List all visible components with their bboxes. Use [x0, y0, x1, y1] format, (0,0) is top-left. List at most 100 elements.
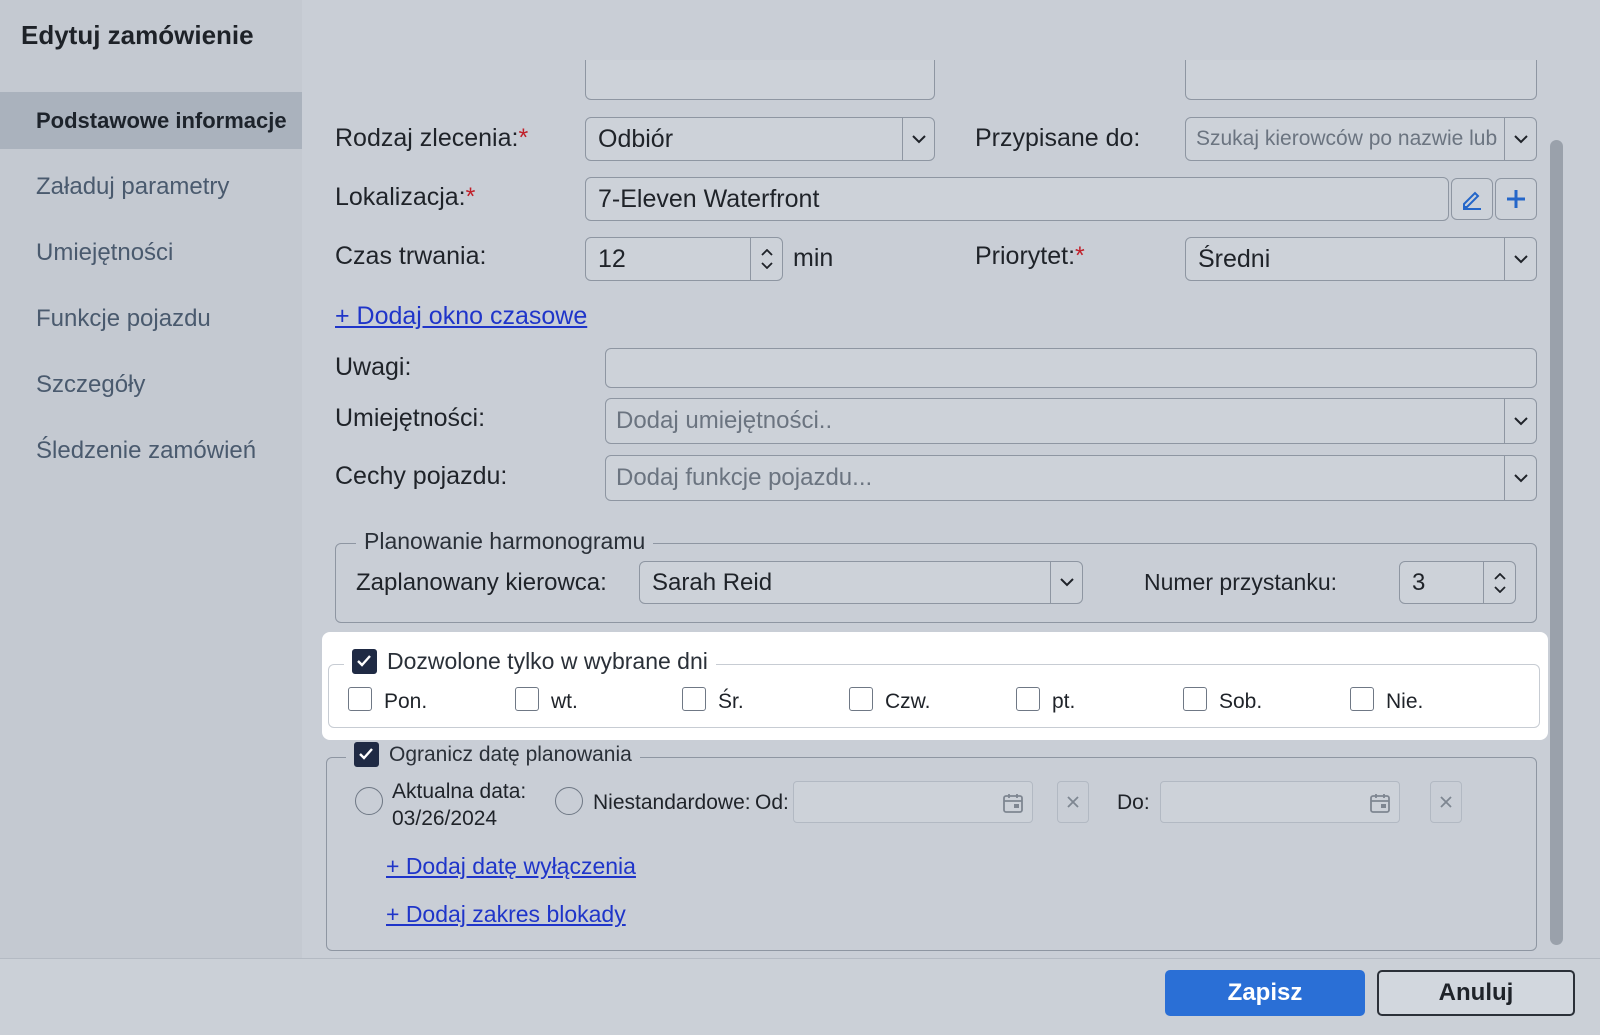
custom-date-label: Niestandardowe:	[593, 791, 751, 814]
sidebar-nav: Podstawowe informacje Załaduj parametry …	[0, 92, 302, 488]
allowed-days-legend: Dozwolone tylko w wybrane dni	[344, 648, 716, 675]
duration-unit: min	[793, 244, 834, 272]
spin-buttons[interactable]	[1483, 562, 1515, 603]
chevron-down-icon[interactable]	[1050, 562, 1082, 603]
day-checkbox-sun[interactable]	[1350, 687, 1374, 711]
clear-to-date-button[interactable]	[1430, 781, 1462, 823]
allowed-days-checkbox[interactable]	[352, 649, 377, 674]
chevron-up-icon[interactable]	[760, 249, 773, 256]
location-label: Lokalizacja:*	[335, 183, 476, 211]
to-date-input[interactable]	[1160, 781, 1400, 823]
scheduled-driver-value: Sarah Reid	[652, 568, 773, 596]
sidebar-item-details[interactable]: Szczegóły	[0, 356, 302, 413]
close-icon	[1067, 796, 1079, 808]
check-icon	[359, 748, 373, 760]
day-label-sun: Nie.	[1386, 690, 1424, 713]
day-label-sat: Sob.	[1219, 690, 1263, 713]
calendar-icon[interactable]	[1002, 792, 1024, 814]
stop-number-label: Numer przystanku:	[1144, 569, 1338, 595]
assigned-to-placeholder: Szukaj kierowców po nazwie lub	[1196, 127, 1498, 150]
day-checkbox-wed[interactable]	[682, 687, 706, 711]
day-checkbox-tue[interactable]	[515, 687, 539, 711]
date-limit-checkbox[interactable]	[354, 742, 379, 767]
day-checkbox-thu[interactable]	[849, 687, 873, 711]
sidebar-item-basic-info[interactable]: Podstawowe informacje	[0, 92, 302, 149]
spin-buttons[interactable]	[750, 238, 782, 280]
pencil-icon	[1463, 191, 1481, 210]
day-label-mon: Pon.	[384, 690, 428, 713]
assigned-to-label: Przypisane do:	[975, 124, 1141, 152]
dialog-title: Edytuj zamówienie	[21, 20, 254, 50]
sidebar-item-skills[interactable]: Umiejętności	[0, 224, 302, 281]
duration-stepper[interactable]: 12	[585, 237, 783, 281]
chevron-down-icon[interactable]	[1504, 238, 1536, 280]
clear-from-date-button[interactable]	[1057, 781, 1089, 823]
scrollbar-thumb[interactable]	[1550, 140, 1563, 945]
schedule-legend: Planowanie harmonogramu	[356, 528, 654, 555]
scheduled-driver-select[interactable]: Sarah Reid	[639, 561, 1083, 604]
skills-label: Umiejętności:	[335, 404, 486, 432]
assigned-to-select[interactable]: Szukaj kierowców po nazwie lub	[1185, 117, 1537, 161]
check-icon	[357, 655, 371, 667]
day-label-fri: pt.	[1052, 690, 1076, 713]
skills-select[interactable]: Dodaj umiejętności..	[605, 398, 1537, 444]
from-date-input[interactable]	[793, 781, 1033, 823]
location-value: 7-Eleven Waterfront	[598, 184, 820, 213]
priority-value: Średni	[1198, 244, 1271, 273]
duration-label: Czas trwania:	[335, 242, 487, 270]
priority-label: Priorytet:*	[975, 242, 1085, 270]
vehicle-features-label: Cechy pojazdu:	[335, 462, 508, 490]
notes-label: Uwagi:	[335, 353, 412, 381]
chevron-down-icon[interactable]	[902, 118, 934, 160]
duration-value: 12	[598, 244, 626, 273]
stop-number-stepper[interactable]: 3	[1399, 561, 1516, 604]
day-checkbox-sat[interactable]	[1183, 687, 1207, 711]
add-location-button[interactable]	[1495, 178, 1537, 220]
custom-date-radio[interactable]	[555, 787, 583, 815]
scrolled-field-right	[1185, 60, 1537, 100]
skills-placeholder: Dodaj umiejętności..	[616, 407, 833, 434]
chevron-down-icon[interactable]	[1504, 456, 1536, 500]
chevron-down-icon[interactable]	[760, 262, 773, 269]
order-type-select[interactable]: Odbiór	[585, 117, 935, 161]
cancel-button[interactable]: Anuluj	[1377, 970, 1575, 1016]
to-label: Do:	[1117, 791, 1150, 814]
chevron-down-icon[interactable]	[1504, 399, 1536, 443]
priority-select[interactable]: Średni	[1185, 237, 1537, 281]
close-icon	[1440, 796, 1452, 808]
allowed-days-panel: Dozwolone tylko w wybrane dni Pon. wt. Ś…	[322, 632, 1548, 740]
notes-field[interactable]	[605, 348, 1537, 388]
order-type-value: Odbiór	[598, 124, 674, 153]
scrolled-field-left	[585, 60, 935, 100]
order-type-label: Rodzaj zlecenia:*	[335, 124, 529, 152]
day-checkbox-fri[interactable]	[1016, 687, 1040, 711]
current-date-label: Aktualna data:	[392, 780, 527, 803]
vehicle-features-select[interactable]: Dodaj funkcje pojazdu...	[605, 455, 1537, 501]
sidebar-item-vehicle-features[interactable]: Funkcje pojazdu	[0, 290, 302, 347]
date-limit-legend: Ogranicz datę planowania	[346, 742, 640, 767]
from-label: Od:	[755, 791, 789, 814]
sidebar: Edytuj zamówienie Podstawowe informacje …	[0, 0, 302, 958]
scheduled-driver-label: Zaplanowany kierowca:	[356, 569, 607, 596]
vehicle-features-placeholder: Dodaj funkcje pojazdu...	[616, 464, 873, 491]
save-button[interactable]: Zapisz	[1165, 970, 1365, 1016]
add-time-window-link[interactable]: + Dodaj okno czasowe	[335, 302, 587, 331]
sidebar-item-load-params[interactable]: Załaduj parametry	[0, 158, 302, 215]
day-label-wed: Śr.	[718, 690, 744, 713]
stop-number-value: 3	[1412, 568, 1426, 596]
calendar-icon[interactable]	[1369, 792, 1391, 814]
chevron-down-icon[interactable]	[1504, 118, 1536, 160]
day-checkbox-mon[interactable]	[348, 687, 372, 711]
current-date-radio[interactable]	[355, 787, 383, 815]
sidebar-item-order-tracking[interactable]: Śledzenie zamówień	[0, 422, 302, 479]
location-field[interactable]: 7-Eleven Waterfront	[585, 177, 1449, 221]
chevron-up-icon[interactable]	[1493, 572, 1506, 580]
add-exclusion-date-link[interactable]: + Dodaj datę wyłączenia	[386, 853, 636, 880]
edit-location-button[interactable]	[1451, 178, 1493, 220]
day-label-thu: Czw.	[885, 690, 931, 713]
plus-icon	[1507, 190, 1525, 208]
add-block-range-link[interactable]: + Dodaj zakres blokady	[386, 901, 626, 928]
current-date-value: 03/26/2024	[392, 807, 498, 830]
chevron-down-icon[interactable]	[1493, 585, 1506, 593]
day-label-tue: wt.	[551, 690, 578, 713]
